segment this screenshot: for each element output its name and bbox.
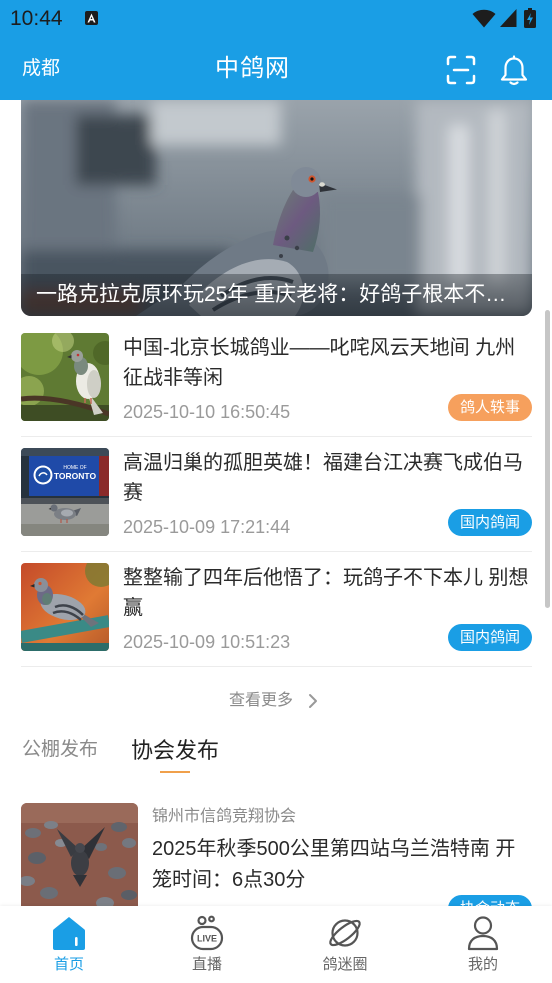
live-icon-text: LIVE [197,934,217,944]
news-date: 2025-10-10 16:50:45 [123,402,291,422]
news-thumbnail: HOME OF TORONTO [21,448,109,536]
news-item[interactable]: HOME OF TORONTO 高温归巢的孤胆英雄！福建台江决赛飞成伯马赛 20… [21,448,532,552]
nav-item-community[interactable]: 鸽迷圈 [276,906,414,983]
nav-label-live[interactable]: 直播 [138,955,276,975]
status-time: 10:44 [10,7,63,30]
planet-icon[interactable] [326,914,364,952]
divider [21,666,532,667]
signal-icon [500,9,517,27]
nav-item-profile[interactable]: 我的 [414,906,552,983]
news-thumbnail [21,563,109,651]
featured-banner[interactable]: 一路克拉克原环玩25年 重庆老将：好鸽子根本不… [21,100,532,316]
user-icon[interactable] [464,914,502,952]
live-icon[interactable]: LIVE [188,914,226,952]
bottom-navigation: 首页 LIVE 直播 鸽迷圈 我的 [0,906,552,983]
nav-label-profile[interactable]: 我的 [414,955,552,975]
banner-caption: 一路克拉克原环玩25年 重庆老将：好鸽子根本不… [36,283,507,306]
battery-icon [524,8,536,28]
scrollbar-thumb[interactable] [545,310,550,608]
news-date: 2025-10-09 17:21:44 [123,517,291,537]
news-item[interactable]: 整整输了四年后他悟了：玩鸽子不下本儿 别想赢 2025-10-09 10:51:… [21,563,532,667]
news-thumbnail [21,333,109,421]
view-more-link[interactable]: 查看更多 [229,691,293,711]
association-post-thumbnail[interactable] [21,803,138,915]
banner-caption-overlay: 一路克拉克原环玩25年 重庆老将：好鸽子根本不… [21,274,532,316]
status-bar: 10:44 [0,0,552,38]
tab-association-releases[interactable]: 协会发布 [131,738,219,764]
home-icon[interactable] [50,914,88,952]
wifi-icon [472,9,496,28]
active-tab-indicator [160,771,190,773]
divider [21,436,532,437]
chevron-right-icon[interactable] [308,693,318,709]
category-badge[interactable]: 国内鸽闻 [448,509,532,536]
news-date: 2025-10-09 10:51:23 [123,632,291,652]
divider [21,551,532,552]
thumbnail-sign-text: TORONTO [54,471,97,481]
association-post-title[interactable]: 2025年秋季500公里第四站乌兰浩特南 开笼时间：6点30分 [152,834,533,896]
app-header: 成都 中鸽网 [0,38,552,100]
location-selector[interactable]: 成都 [22,58,60,80]
scan-icon[interactable] [446,55,476,85]
nav-label-home[interactable]: 首页 [0,955,138,975]
association-name: 锦州市信鸽竞翔协会 [152,808,297,825]
nav-item-home[interactable]: 首页 [0,906,138,983]
category-badge[interactable]: 鸽人轶事 [448,394,532,421]
tab-loft-releases[interactable]: 公棚发布 [22,739,98,761]
category-badge[interactable]: 国内鸽闻 [448,624,532,651]
news-title[interactable]: 中国-北京长城鸽业——叱咤风云天地间 九州征战非等闲 [123,333,533,393]
news-item[interactable]: 中国-北京长城鸽业——叱咤风云天地间 九州征战非等闲 2025-10-10 16… [21,333,532,437]
news-title[interactable]: 高温归巢的孤胆英雄！福建台江决赛飞成伯马赛 [123,448,533,508]
nav-item-live[interactable]: LIVE 直播 [138,906,276,983]
nav-label-community[interactable]: 鸽迷圈 [276,955,414,975]
news-title[interactable]: 整整输了四年后他悟了：玩鸽子不下本儿 别想赢 [123,563,533,623]
app-title: 中鸽网 [215,55,290,82]
notification-icon [85,11,98,25]
bell-icon[interactable] [499,54,529,86]
